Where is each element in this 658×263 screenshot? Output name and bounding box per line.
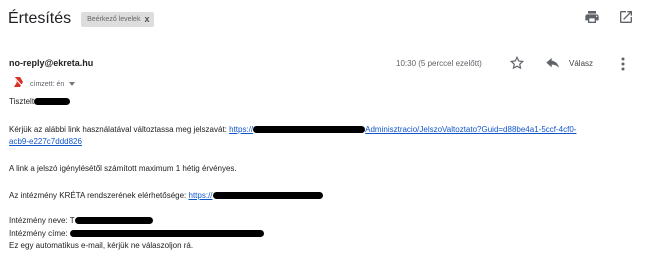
inbox-label-chip[interactable]: Beérkező levelek x <box>81 11 155 27</box>
redacted-institution-name <box>74 217 153 225</box>
paragraph-1-continued: acb9-e227c7ddd826 <box>9 137 82 146</box>
paragraph-1-text: Kérjük az alábbi link használatával vált… <box>9 125 230 134</box>
star-icon[interactable] <box>509 55 525 71</box>
institution-name-line: Intézmény neve: T <box>9 216 153 225</box>
kreta-system-link[interactable]: https:// <box>189 191 323 200</box>
recipient-row[interactable]: címzett: én <box>13 75 76 93</box>
reply-button[interactable]: Válasz <box>569 59 593 68</box>
email-subject: Értesítés <box>8 10 72 27</box>
more-vert-icon[interactable] <box>620 56 626 72</box>
greeting: Tisztelt <box>9 97 35 106</box>
paragraph-1: Kérjük az alábbi link használatával vált… <box>9 125 576 134</box>
redacted-institution-address <box>69 230 264 238</box>
print-icon[interactable] <box>584 9 600 25</box>
password-change-link-continued[interactable]: acb9-e227c7ddd826 <box>9 137 82 146</box>
sender-address[interactable]: no-reply@ekreta.hu <box>9 58 93 68</box>
inbox-label-text: Beérkező levelek <box>87 15 141 23</box>
remove-label-button[interactable]: x <box>144 12 149 27</box>
subject-row: Értesítés Beérkező levelek x <box>8 6 155 32</box>
chevron-down-icon[interactable] <box>69 82 76 86</box>
institution-address-line: Intézmény címe: <box>9 229 264 238</box>
password-change-link[interactable]: https://Adminisztracio/JelszoValtoztato?… <box>229 125 576 134</box>
message-header: no-reply@ekreta.hu 10:30 (5 perccel ezel… <box>9 55 638 74</box>
redacted-name <box>34 98 71 106</box>
paragraph-3-text: Az intézmény KRÉTA rendszerének elérhető… <box>9 191 189 200</box>
reply-icon[interactable] <box>545 57 561 71</box>
header-actions <box>584 9 634 25</box>
greeting-line: Tisztelt <box>9 97 71 106</box>
institution-name-label: Intézmény neve: T <box>9 216 75 225</box>
paragraph-3: Az intézmény KRÉTA rendszerének elérhető… <box>9 191 323 200</box>
footer-note: Ez egy automatikus e-mail, kérjük ne vál… <box>9 241 194 250</box>
recipient-label: címzett: én <box>30 80 65 88</box>
message-date: 10:30 (5 perccel ezelőtt) <box>396 59 482 68</box>
redacted-url <box>253 126 366 134</box>
institution-address-label: Intézmény címe: <box>9 229 70 238</box>
important-marker-icon[interactable] <box>13 75 24 93</box>
redacted-url-2 <box>212 192 323 200</box>
open-in-new-icon[interactable] <box>618 9 634 25</box>
paragraph-2: A link a jelszó igénylésétől számított m… <box>9 164 237 173</box>
